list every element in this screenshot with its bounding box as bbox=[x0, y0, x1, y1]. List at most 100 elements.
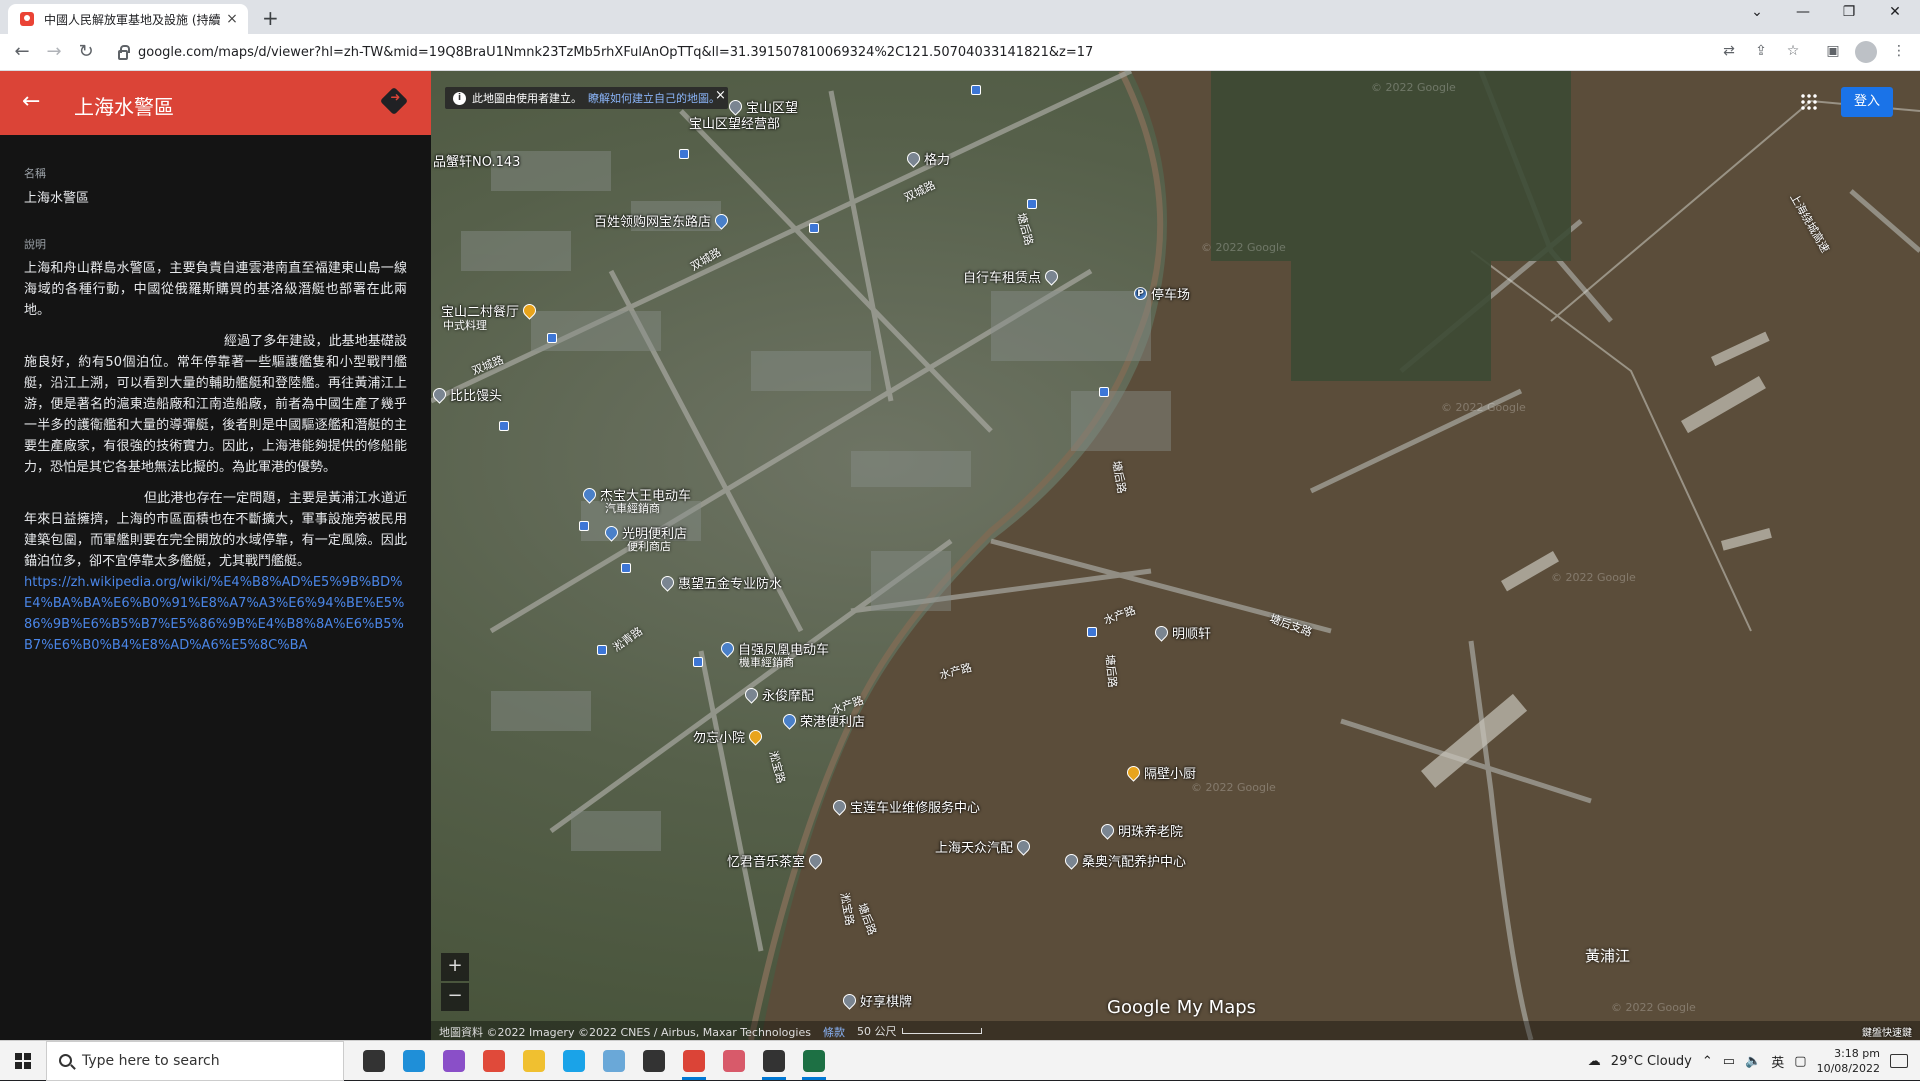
directions-icon[interactable] bbox=[379, 86, 409, 116]
place-pin-icon bbox=[431, 385, 449, 404]
poi-marker[interactable]: 自行车租赁点 bbox=[963, 267, 1061, 286]
bus-stop-icon[interactable] bbox=[621, 563, 631, 573]
poi-marker[interactable]: 比比馒头 bbox=[431, 385, 502, 404]
ime-icon[interactable]: ▢ bbox=[1794, 1054, 1806, 1069]
poi-label: 宝山区望经营部 bbox=[689, 117, 781, 132]
poi-marker[interactable]: 明顺轩 bbox=[1152, 623, 1211, 642]
taskbar-task-view-icon[interactable] bbox=[354, 1041, 394, 1081]
info-icon: i bbox=[453, 91, 466, 105]
poi-marker[interactable]: 品蟹轩NO.143 bbox=[433, 151, 520, 170]
store-pin-icon bbox=[580, 485, 599, 504]
show-hidden-icons-icon[interactable]: ⌃ bbox=[1702, 1054, 1713, 1069]
taskbar-edge-icon[interactable] bbox=[394, 1041, 434, 1081]
bus-stop-icon[interactable] bbox=[971, 85, 981, 95]
profile-avatar[interactable] bbox=[1855, 41, 1877, 63]
poi-marker[interactable]: 百姓领购网宝东路店 bbox=[594, 211, 731, 230]
banner-close-icon[interactable]: × bbox=[715, 88, 726, 103]
poi-marker[interactable]: 明珠养老院 bbox=[1098, 821, 1184, 840]
feature-details-panel: ← 上海水警區 名稱 上海水警區 說明 上海和舟山群島水警區，主要負責自連雲港南… bbox=[0, 71, 431, 1040]
bus-stop-icon[interactable] bbox=[679, 149, 689, 159]
restore-button[interactable]: ❐ bbox=[1826, 4, 1872, 20]
tab-close-icon[interactable]: × bbox=[224, 11, 240, 27]
terms-link[interactable]: 條款 bbox=[823, 1024, 845, 1039]
close-window-button[interactable]: ✕ bbox=[1872, 4, 1918, 20]
banner-learn-link[interactable]: 瞭解如何建立自己的地圖。 bbox=[588, 90, 720, 106]
side-panel-icon[interactable]: ▣ bbox=[1824, 43, 1842, 61]
tab-search-icon[interactable]: ⌄ bbox=[1734, 4, 1780, 20]
share-icon[interactable]: ⇪ bbox=[1752, 43, 1770, 61]
google-maps-favicon-icon bbox=[20, 12, 34, 26]
bus-stop-icon[interactable] bbox=[1099, 387, 1109, 397]
zoom-out-button[interactable]: − bbox=[441, 983, 469, 1011]
bus-stop-icon[interactable] bbox=[597, 645, 607, 655]
poi-marker[interactable]: 永俊摩配 bbox=[742, 685, 814, 704]
taskbar-visual-studio-icon[interactable] bbox=[434, 1041, 474, 1081]
poi-marker[interactable]: 格力 bbox=[904, 149, 950, 168]
weather-text[interactable]: 29°C Cloudy bbox=[1611, 1054, 1692, 1069]
taskbar-sticky-icon[interactable] bbox=[754, 1041, 794, 1081]
taskbar-excel-icon[interactable] bbox=[794, 1041, 834, 1081]
poi-marker[interactable]: 勿忘小院 bbox=[693, 727, 765, 746]
place-pin-icon bbox=[658, 573, 677, 592]
poi-marker[interactable]: 上海天众汽配 bbox=[935, 837, 1033, 856]
sign-in-button[interactable]: 登入 bbox=[1841, 87, 1893, 117]
notifications-icon[interactable] bbox=[1890, 1054, 1908, 1068]
back-icon[interactable]: ← bbox=[10, 41, 34, 62]
browser-tab[interactable]: 中國人民解放軍基地及設施 (持續 × bbox=[8, 4, 248, 34]
poi-marker[interactable]: P 停车场 bbox=[1134, 284, 1190, 303]
bus-stop-icon[interactable] bbox=[809, 223, 819, 233]
map-watermark: © 2022 Google bbox=[1371, 81, 1456, 94]
bus-stop-icon[interactable] bbox=[1027, 199, 1037, 209]
poi-marker[interactable]: 隔壁小厨 bbox=[1124, 763, 1196, 782]
poi-marker[interactable]: 好享棋牌 bbox=[840, 991, 912, 1010]
google-apps-grid-icon[interactable] bbox=[1800, 93, 1818, 111]
bus-stop-icon[interactable] bbox=[693, 657, 703, 667]
logo-mymaps-text: My Maps bbox=[1176, 997, 1257, 1018]
store-pin-icon bbox=[712, 211, 731, 230]
bus-stop-icon[interactable] bbox=[579, 521, 589, 531]
poi-marker[interactable]: 荣港便利店 bbox=[780, 711, 865, 730]
bus-stop-icon[interactable] bbox=[499, 421, 509, 431]
wikipedia-link[interactable]: https://zh.wikipedia.org/wiki/%E4%B8%AD%… bbox=[24, 572, 407, 656]
zoom-in-button[interactable]: + bbox=[441, 953, 469, 981]
poi-marker[interactable]: 忆君音乐茶室 bbox=[727, 851, 825, 870]
anydesk-app-icon bbox=[483, 1049, 505, 1072]
clock[interactable]: 3:18 pm 10/08/2022 bbox=[1817, 1046, 1880, 1076]
tab-strip: 中國人民解放軍基地及設施 (持續 × + ⌄ — ❐ ✕ bbox=[0, 0, 1920, 34]
taskbar-skype-icon[interactable] bbox=[554, 1041, 594, 1081]
menu-kebab-icon[interactable]: ⋮ bbox=[1890, 43, 1908, 61]
input-language[interactable]: 英 bbox=[1771, 1052, 1784, 1071]
lock-icon[interactable] bbox=[118, 44, 130, 60]
new-tab-button[interactable]: + bbox=[262, 6, 279, 30]
forward-icon[interactable]: → bbox=[42, 41, 66, 62]
keyboard-shortcuts-link[interactable]: 鍵盤快速鍵 bbox=[1862, 1024, 1912, 1039]
file-explorer-app-icon bbox=[523, 1049, 545, 1072]
start-button[interactable] bbox=[0, 1041, 46, 1081]
taskbar-file-explorer-icon[interactable] bbox=[514, 1041, 554, 1081]
taskbar-search-box[interactable]: Type here to search bbox=[46, 1040, 344, 1081]
poi-marker[interactable]: 宝莲车业维修服务中心 bbox=[830, 797, 980, 816]
bookmark-star-icon[interactable]: ☆ bbox=[1784, 43, 1802, 61]
taskbar-anydesk-icon[interactable] bbox=[474, 1041, 514, 1081]
panel-back-arrow-icon[interactable]: ← bbox=[22, 89, 40, 114]
network-icon[interactable]: ▭ bbox=[1723, 1054, 1735, 1069]
bus-stop-icon[interactable] bbox=[1087, 627, 1097, 637]
taskbar-notes-icon[interactable] bbox=[594, 1041, 634, 1081]
bus-stop-icon[interactable] bbox=[547, 333, 557, 343]
satellite-map[interactable]: i 此地圖由使用者建立。 瞭解如何建立自己的地圖。 × 登入 © 2022 Go… bbox=[431, 71, 1920, 1040]
url-text[interactable]: google.com/maps/d/viewer?hl=zh-TW&mid=19… bbox=[138, 45, 1093, 60]
volume-icon[interactable]: 🔈 bbox=[1745, 1054, 1761, 1069]
poi-marker[interactable]: 桑奥汽配养护中心 bbox=[1062, 851, 1186, 870]
reload-icon[interactable]: ↻ bbox=[74, 41, 98, 62]
poi-marker[interactable]: 惠望五金专业防水 bbox=[658, 573, 782, 592]
address-bar[interactable]: google.com/maps/d/viewer?hl=zh-TW&mid=19… bbox=[110, 38, 1700, 67]
taskbar-chrome-icon[interactable] bbox=[674, 1041, 714, 1081]
scale-indicator[interactable]: 50 公尺 bbox=[857, 1024, 983, 1038]
weather-icon[interactable]: ☁ bbox=[1588, 1054, 1601, 1069]
poi-label: 明珠养老院 bbox=[1118, 825, 1184, 840]
translate-icon[interactable]: ⇄ bbox=[1720, 43, 1738, 61]
poi-marker[interactable]: 宝山区望经营部 bbox=[689, 113, 780, 132]
taskbar-snipping-icon[interactable] bbox=[714, 1041, 754, 1081]
minimize-button[interactable]: — bbox=[1780, 4, 1826, 20]
taskbar-terminal-icon[interactable] bbox=[634, 1041, 674, 1081]
